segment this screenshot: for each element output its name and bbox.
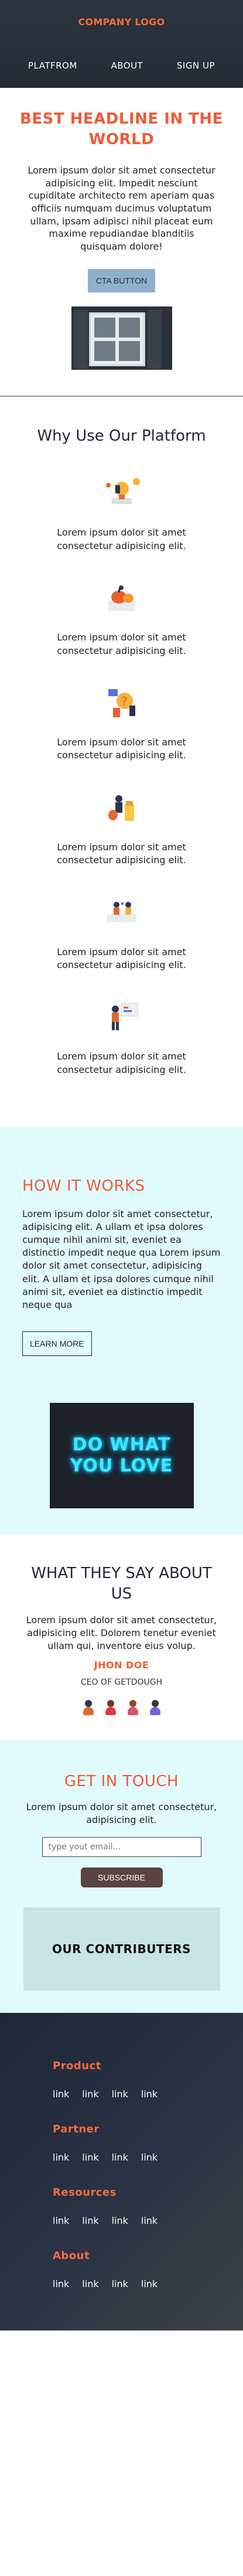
presentation-illustration-icon <box>95 999 148 1035</box>
footer-links: link link link link <box>53 2215 243 2226</box>
feature-item: Lorem ipsum dolor sit amet consectetur a… <box>18 999 225 1076</box>
feature-text: Lorem ipsum dolor sit amet consectetur a… <box>57 527 186 551</box>
subscribe-button[interactable]: SUBSCRIBE <box>80 1868 163 1888</box>
contact-title: GET IN TOUCH <box>64 1773 179 1791</box>
pumpkin-illustration-icon <box>95 580 148 616</box>
feature-text: Lorem ipsum dolor sit amet consectetur a… <box>57 632 186 656</box>
how-it-works-section: HOW IT WORKS Lorem ipsum dolor sit amet … <box>0 1127 243 1534</box>
footer-link[interactable]: link <box>141 2088 158 2100</box>
footer-link[interactable]: link <box>53 2088 69 2100</box>
feature-text: Lorem ipsum dolor sit amet consectetur a… <box>57 946 186 970</box>
feature-item: Lorem ipsum dolor sit amet consectetur a… <box>18 580 225 657</box>
money-bag-illustration-icon <box>95 789 148 826</box>
how-text: Lorem ipsum dolor sit amet consectetur, … <box>22 1208 221 1310</box>
window-shutter-left <box>73 310 88 369</box>
footer-link[interactable]: link <box>112 2215 128 2226</box>
team-meeting-illustration-icon <box>95 894 148 931</box>
footer-link[interactable]: link <box>82 2215 98 2226</box>
why-title: Why Use Our Platform <box>37 427 206 445</box>
hero-text: Lorem ipsum dolor sit amet consectetur a… <box>28 165 215 252</box>
email-field[interactable] <box>42 1837 201 1858</box>
avatar[interactable] <box>104 1700 117 1716</box>
window-frame <box>88 312 145 367</box>
footer-link[interactable]: link <box>82 2278 98 2289</box>
footer-link[interactable]: link <box>141 2152 158 2163</box>
footer-link[interactable]: link <box>53 2278 69 2289</box>
nav-item-about[interactable]: ABOUT <box>111 60 143 71</box>
svg-text:?: ? <box>121 694 128 708</box>
footer-links: link link link link <box>53 2278 243 2289</box>
window-image <box>71 306 172 370</box>
footer-link[interactable]: link <box>82 2152 98 2163</box>
contact-text: Lorem ipsum dolor sit amet consectetur, … <box>26 1801 217 1826</box>
site-footer: Product link link link link Partner link… <box>0 2013 243 2331</box>
nav-item-sign-up[interactable]: SIGN UP <box>177 60 215 71</box>
window-shutter-right <box>147 310 162 369</box>
footer-link[interactable]: link <box>112 2088 128 2100</box>
question-mark-illustration-icon: ? <box>95 684 148 721</box>
hero-title: BEST HEADLINE IN THE WORLD <box>20 110 223 149</box>
company-logo[interactable]: COMPANY LOGO <box>0 16 243 28</box>
feature-item: ? Lorem ipsum dolor sit amet consectetur… <box>18 684 225 762</box>
footer-link[interactable]: link <box>141 2278 158 2289</box>
avatar[interactable] <box>126 1700 139 1716</box>
footer-group-about: About link link link link <box>53 2250 243 2289</box>
neon-text-line: DO WHAT <box>72 1434 171 1456</box>
footer-link[interactable]: link <box>141 2215 158 2226</box>
site-header: COMPANY LOGO PLATFROM ABOUT SIGN UP <box>0 0 243 88</box>
avatar[interactable] <box>82 1700 95 1716</box>
feature-text: Lorem ipsum dolor sit amet consectetur a… <box>57 737 186 761</box>
footer-group-title: About <box>53 2250 90 2262</box>
footer-group-title: Product <box>53 2060 101 2073</box>
feature-text: Lorem ipsum dolor sit amet consectetur a… <box>57 1051 186 1075</box>
feature-item: Lorem ipsum dolor sit amet consectetur a… <box>18 894 225 972</box>
avatar-list <box>19 1700 224 1716</box>
testimonials-title: WHAT THEY SAY ABOUT US <box>31 1564 212 1603</box>
main-nav: PLATFROM ABOUT SIGN UP <box>0 60 243 71</box>
footer-group-product: Product link link link link <box>53 2060 243 2100</box>
contributors-banner: OUR CONTRIBUTERS <box>23 1907 220 1991</box>
contact-section: GET IN TOUCH Lorem ipsum dolor sit amet … <box>0 1740 243 2013</box>
footer-link[interactable]: link <box>53 2215 69 2226</box>
neon-sign-image: DO WHAT YOU LOVE <box>49 1402 194 1508</box>
feature-item: Lorem ipsum dolor sit amet consectetur a… <box>18 789 225 867</box>
footer-link[interactable]: link <box>112 2278 128 2289</box>
footer-group-resources: Resources link link link link <box>53 2186 243 2226</box>
avatar[interactable] <box>149 1700 162 1716</box>
testimonial-role: CEO OF GETDOUGH <box>80 1678 163 1688</box>
testimonial-name: JHON DOE <box>94 1660 149 1671</box>
cta-button[interactable]: CTA BUTTON <box>87 269 156 293</box>
footer-links: link link link link <box>53 2088 243 2100</box>
feature-item: Lorem ipsum dolor sit amet consectetur a… <box>18 475 225 553</box>
footer-links: link link link link <box>53 2152 243 2163</box>
footer-group-title: Partner <box>53 2123 100 2136</box>
testimonials-section: WHAT THEY SAY ABOUT US Lorem ipsum dolor… <box>0 1534 243 1740</box>
footer-group-partner: Partner link link link link <box>53 2123 243 2163</box>
footer-link[interactable]: link <box>53 2152 69 2163</box>
learn-more-button[interactable]: LEARN MORE <box>22 1331 92 1356</box>
lightbulb-idea-icon <box>95 475 148 511</box>
testimonial-text: Lorem ipsum dolor sit amet consectetur, … <box>26 1614 217 1652</box>
nav-item-platform[interactable]: PLATFROM <box>28 60 77 71</box>
feature-text: Lorem ipsum dolor sit amet consectetur a… <box>57 841 186 866</box>
footer-link[interactable]: link <box>112 2152 128 2163</box>
footer-link[interactable]: link <box>82 2088 98 2100</box>
why-section: Why Use Our Platform Lorem ipsum dolor s… <box>0 397 243 1127</box>
footer-group-title: Resources <box>53 2186 117 2199</box>
how-title: HOW IT WORKS <box>22 1177 145 1195</box>
hero-section: BEST HEADLINE IN THE WORLD Lorem ipsum d… <box>0 88 243 381</box>
neon-text-line: YOU LOVE <box>70 1455 173 1476</box>
